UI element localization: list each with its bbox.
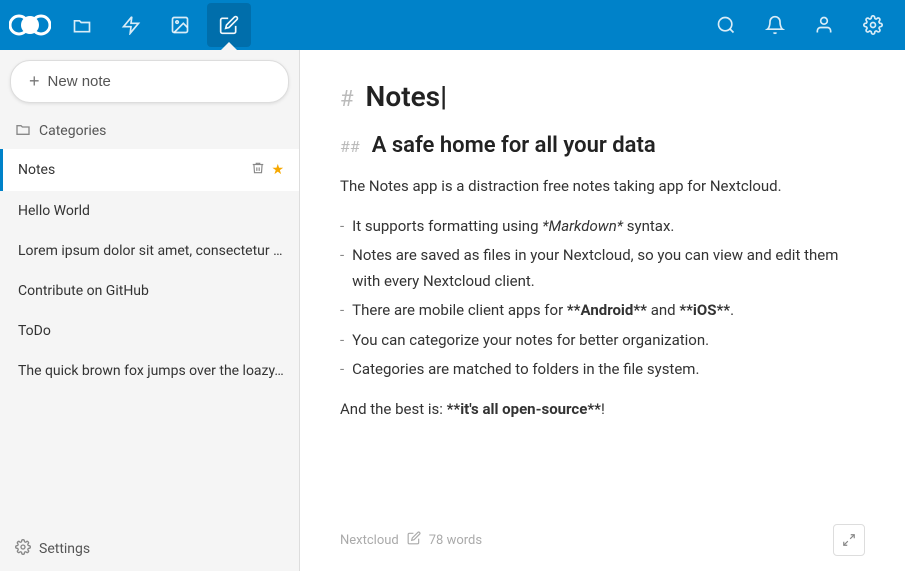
note-bullets: It supports formatting using *Markdown* … [340,212,865,385]
delete-icon[interactable] [251,161,265,179]
star-icon[interactable]: ★ [271,162,284,178]
bullet-5: Categories are matched to folders in the… [340,355,865,385]
note-label-quick-fox: The quick brown fox jumps over the loazy… [18,363,284,379]
note-label-todo: ToDo [18,323,284,339]
topbar-app-notes[interactable] [207,3,251,47]
bullet-4: You can categorize your notes for better… [340,326,865,356]
bullet-1: It supports formatting using *Markdown* … [340,212,865,242]
notes-list: Notes ★ Hello World Lorem ipsum dolor si… [0,149,299,391]
section-heading: A safe home for all your data [372,133,656,158]
notifications-icon[interactable] [753,3,797,47]
bullet-3: There are mobile client apps for **Andro… [340,296,865,326]
bullet-2: Notes are saved as files in your Nextclo… [340,241,865,296]
note-item-quick-fox[interactable]: The quick brown fox jumps over the loazy… [0,351,299,391]
note-item-todo[interactable]: ToDo [0,311,299,351]
markdown-em: *Markdown* [542,217,623,235]
edit-icon[interactable] [407,531,421,549]
note-item-contribute[interactable]: Contribute on GitHub [0,271,299,311]
folder-icon [15,121,31,141]
note-label-lorem: Lorem ipsum dolor sit amet, consectetur … [18,243,284,259]
new-note-button[interactable]: + New note [10,60,289,103]
hash-symbol: # [340,87,354,112]
note-section-title: ## A safe home for all your data [340,133,865,158]
topbar-app-activity[interactable] [109,3,153,47]
note-closing: And the best is: **it's all open-source*… [340,397,865,423]
note-title-line: # Notes [340,80,865,113]
note-footer: Nextcloud 78 words [340,524,865,556]
settings-label: Settings [39,541,90,557]
note-label-hello-world: Hello World [18,203,284,219]
note-intro: The Notes app is a distraction free note… [340,174,865,200]
open-source-bold: **it's all open-source** [447,400,601,418]
note-label-notes: Notes [18,162,251,178]
gear-icon[interactable] [851,3,895,47]
note-title[interactable]: Notes [366,80,865,113]
note-item-notes[interactable]: Notes ★ [0,149,299,191]
logo [10,5,50,45]
settings-icon [15,539,31,559]
note-author: Nextcloud [340,533,399,548]
note-actions-notes: ★ [251,161,284,179]
topbar-app-photos[interactable] [158,3,202,47]
search-icon[interactable] [704,3,748,47]
plus-icon: + [29,71,40,92]
expand-button[interactable] [833,524,865,556]
nextcloud-logo [9,11,51,39]
settings-item[interactable]: Settings [0,527,299,571]
note-content: # Notes ## A safe home for all your data… [300,50,905,571]
note-item-hello-world[interactable]: Hello World [0,191,299,231]
note-item-lorem[interactable]: Lorem ipsum dolor sit amet, consectetur … [0,231,299,271]
hash-symbol2: ## [340,137,360,156]
contacts-icon[interactable] [802,3,846,47]
new-note-label: New note [48,73,111,90]
word-count: 78 words [429,533,825,548]
note-label-contribute: Contribute on GitHub [18,283,284,299]
topbar [0,0,905,50]
topbar-right [704,3,895,47]
ios-bold: **iOS** [679,301,730,319]
main: + New note Categories Notes ★ [0,50,905,571]
categories-item[interactable]: Categories [0,113,299,149]
topbar-app-files[interactable] [60,3,104,47]
android-bold: **Android** [567,301,647,319]
categories-label: Categories [39,123,106,139]
topbar-apps [60,3,704,47]
note-body: The Notes app is a distraction free note… [340,174,865,422]
sidebar: + New note Categories Notes ★ [0,50,300,571]
